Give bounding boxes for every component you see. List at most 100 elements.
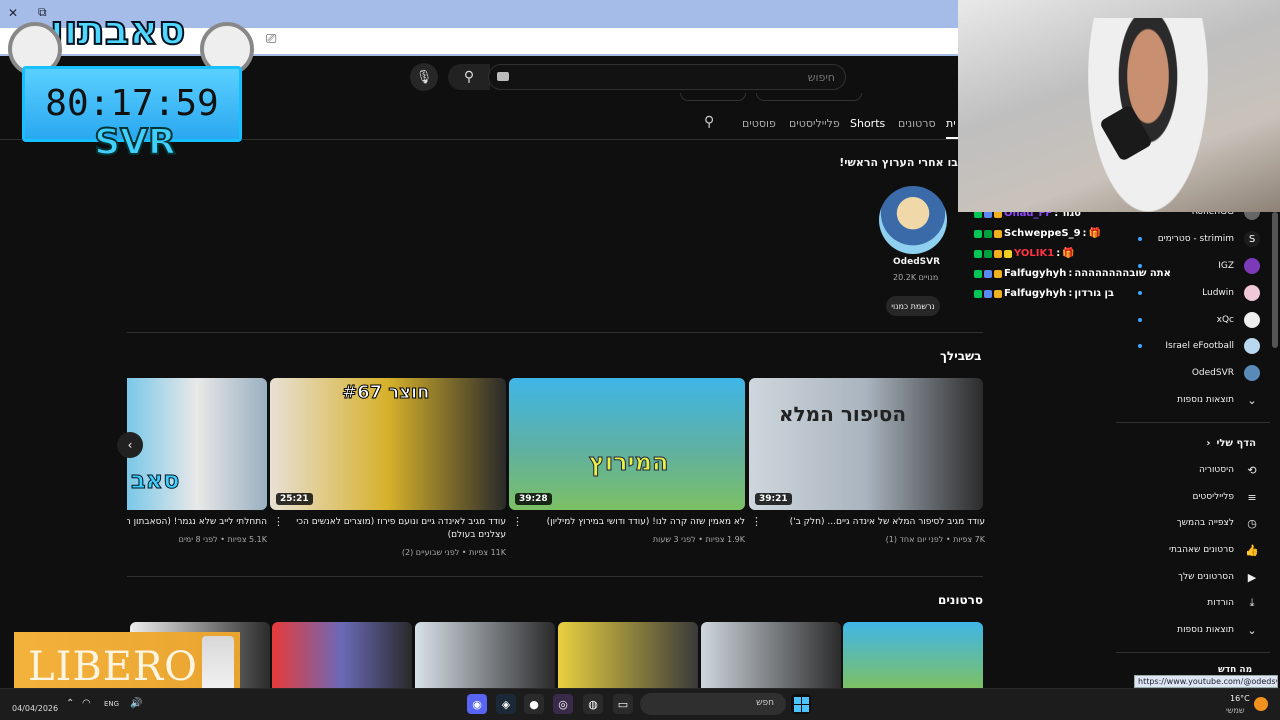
video-thumbnail[interactable]: סאב [127,378,267,510]
search-box[interactable] [488,64,846,90]
chevron-up-icon[interactable]: ⌃ [66,698,74,709]
video-thumbnail[interactable]: המירוץ 39:28 [509,378,745,510]
avatar [1244,338,1260,354]
sidebar-whats-new[interactable]: מה חדש [1218,665,1252,675]
video-thumbnail[interactable] [843,622,983,688]
tab-shorts[interactable]: Shorts [850,117,885,130]
videos-section-title: סרטונים [938,593,983,607]
weather-label: שמשי [1226,706,1245,715]
avatar [1244,258,1260,274]
sidebar-item-label: הדף שלי [1216,437,1256,449]
video-title[interactable]: לא מאמין שזה קרה לנו! (עודד ודושי במירוץ… [515,516,745,529]
chevron-left-icon: ‹ [127,438,133,452]
tab-home[interactable]: ית [946,117,956,130]
chrome-icon[interactable]: ◍ [583,694,603,714]
sidebar-item-liked[interactable]: סרטונים שאהבתי 👍 [1120,538,1260,562]
screen-cast-icon[interactable]: ⎚ [266,32,276,47]
section-divider [127,332,983,333]
streamer-figure [1088,18,1208,212]
video-thumbnail[interactable]: #67 חוצר 25:21 [270,378,506,510]
video-meta: 1.9K צפיות • לפני 3 שעות [652,535,745,544]
badge-icon [984,269,992,278]
subscribed-button[interactable]: נרשמת כמנוי [886,296,940,316]
live-indicator [1138,237,1142,241]
chat-username: YOLIK1 [1014,248,1055,259]
avatar [1244,365,1260,381]
chat-text: 🎁 [1062,248,1075,259]
steam-icon[interactable]: ◈ [496,694,516,714]
sidebar-item-your-videos[interactable]: הסרטונים שלך ▶ [1120,565,1260,589]
duration-badge: 39:28 [515,493,552,505]
carousel-prev-button[interactable]: ‹ [117,432,143,458]
taskbar-date: 04/04/2026 [12,704,59,713]
sidebar-item-subscription[interactable]: Israel eFootball [1120,334,1260,358]
video-thumbnail[interactable] [558,622,698,688]
chip[interactable] [756,93,862,101]
sidebar-item-watch-later[interactable]: לצפייה בהמשך ◷ [1120,511,1260,535]
more-options-icon[interactable]: ⋮ [751,515,762,528]
more-options-icon[interactable]: ⋮ [512,515,523,528]
task-view-icon[interactable]: ▭ [613,694,633,714]
sidebar-item-downloads[interactable]: הורדות ⤓ [1120,591,1260,615]
badge-icon [984,249,992,258]
tab-playlists[interactable]: פלייליסטים [789,117,840,130]
thumb-text: #67 חוצר [342,382,431,404]
avatar [1244,285,1260,301]
sidebar-more-results[interactable]: תוצאות נוספות ⌄ [1120,388,1260,412]
video-thumbnail[interactable] [415,622,555,688]
mic-icon[interactable]: 🎙 [410,63,438,91]
timer-value: 80:17:59 [45,83,219,124]
video-thumbnail[interactable] [701,622,841,688]
sidebar-item-subscription[interactable]: סטרימים - strimim S [1120,227,1260,251]
sidebar-item-subscription[interactable]: OdedSVR [1120,361,1260,385]
sidebar-item-label: xQc [1216,315,1234,325]
featured-channel-name[interactable]: OdedSVR [893,257,940,267]
windows-start-icon[interactable] [791,694,811,714]
badge-icon [974,249,982,258]
tab-videos[interactable]: סרטונים [898,117,936,130]
sidebar-item-subscription[interactable]: Ludwin [1120,281,1260,305]
discord-icon[interactable]: ◉ [467,694,487,714]
volume-icon[interactable]: 🔊 [130,698,142,709]
wifi-icon[interactable]: ◠ [82,698,91,709]
scrollbar[interactable] [1272,212,1278,348]
sidebar-more-results[interactable]: תוצאות נוספות ⌄ [1120,618,1260,642]
chevron-right-icon: › [1206,437,1211,449]
video-title[interactable]: התחלתי לייב שלא נגמר! (הסאבתון חוזר [127,516,267,529]
chat-username: Falfugyhyh [1004,268,1067,279]
sidebar-item-label: תוצאות נוספות [1177,395,1234,405]
taskbar-language[interactable]: ENG [104,700,119,708]
sidebar-item-label: פלייליסטים [1192,492,1234,502]
webcam-feed [958,0,1280,212]
sidebar-item-subscription[interactable]: xQc [1120,308,1260,332]
app-icon[interactable]: ● [524,694,544,714]
badge-icon [994,269,1002,278]
chat-text: 🎁 [1088,228,1101,239]
more-options-icon[interactable]: ⋮ [273,515,284,528]
restore-icon[interactable]: ⧉ [38,5,47,20]
chip[interactable] [680,93,746,101]
video-thumbnail[interactable]: הסיפור המלא 39:21 [749,378,983,510]
video-title[interactable]: עודד מגיב לסיפור המלא של אינדה גיים... (… [760,516,985,529]
video-title[interactable]: עודד מגיב לאינדה גיים ונועם פירוז (מוצרי… [290,516,506,542]
sidebar-divider [1116,652,1270,653]
channel-search-icon[interactable]: ⚲ [704,114,714,130]
sidebar-item-history[interactable]: היסטוריה ⟲ [1120,458,1260,482]
sidebar-divider [1116,422,1270,423]
search-button[interactable]: ⚲ [448,64,490,90]
taskbar-search[interactable]: חפש [640,693,786,715]
obs-icon[interactable]: ◎ [553,694,573,714]
weather-temp[interactable]: 16°C [1230,694,1250,703]
tab-posts[interactable]: פוסטים [742,117,776,130]
sidebar-item-playlists[interactable]: פלייליסטים ≡ [1120,485,1260,509]
avatar[interactable] [879,186,947,254]
badge-icon [994,289,1002,298]
sidebar-my-page[interactable]: › הדף שלי [1120,431,1256,455]
close-icon[interactable]: ✕ [8,6,18,20]
badge-icon [974,229,982,238]
clock-icon: ◷ [1247,516,1257,530]
sponsor-text: LIBERO [28,644,198,690]
video-thumbnail[interactable] [272,622,412,688]
keyboard-icon[interactable] [497,72,509,81]
search-input[interactable] [489,65,845,89]
